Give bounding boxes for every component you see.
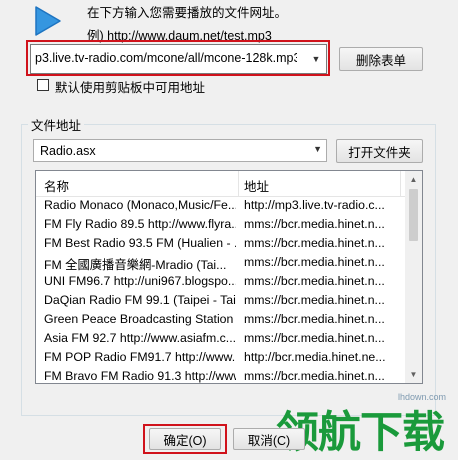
list-item[interactable]: Radio Monaco (Monaco,Music/Fe... http://… <box>36 196 406 215</box>
list-item[interactable]: FM Bravo FM Radio 91.3 http://www... mms… <box>36 367 406 383</box>
station-name: FM Bravo FM Radio 91.3 http://www... <box>44 369 236 383</box>
station-address: mms://bcr.media.hinet.n... <box>244 255 385 269</box>
playlist-file-value: Radio.asx <box>40 144 96 158</box>
station-list[interactable]: 名称 地址 Radio Monaco (Monaco,Music/Fe... h… <box>35 170 423 384</box>
file-address-group-title: 文件地址 <box>28 115 85 134</box>
list-item[interactable]: Asia FM 92.7 http://www.asiafm.c... mms:… <box>36 329 406 348</box>
station-address: http://mp3.live.tv-radio.c... <box>244 198 385 212</box>
list-item[interactable]: FM Fly Radio 89.5 http://www.flyra... mm… <box>36 215 406 234</box>
cancel-button[interactable]: 取消(C) <box>233 428 305 450</box>
play-icon <box>35 6 61 36</box>
station-address: mms://bcr.media.hinet.n... <box>244 217 385 231</box>
column-divider[interactable] <box>238 171 239 196</box>
playlist-file-select[interactable]: Radio.asx ▼ <box>33 139 327 162</box>
url-highlight-box <box>26 40 330 76</box>
clear-form-button[interactable]: 删除表单 <box>339 47 423 71</box>
column-address-header[interactable]: 地址 <box>244 176 269 195</box>
column-divider[interactable] <box>400 171 401 196</box>
scrollbar-thumb[interactable] <box>409 189 418 241</box>
station-name: DaQian Radio FM 99.1 (Taipei - Tai... <box>44 293 236 307</box>
url-instruction: 在下方输入您需要播放的文件网址。 <box>87 6 288 20</box>
station-address: http://bcr.media.hinet.ne... <box>244 350 386 364</box>
ok-highlight-box <box>143 424 227 454</box>
list-item[interactable]: FM Best Radio 93.5 FM (Hualien - ... mms… <box>36 234 406 253</box>
station-address: mms://bcr.media.hinet.n... <box>244 236 385 250</box>
list-item[interactable]: FM 全國廣播音樂網-Mradio (Tai... mms://bcr.medi… <box>36 253 406 272</box>
open-folder-button[interactable]: 打开文件夹 <box>336 139 423 163</box>
station-name: FM 全國廣播音樂網-Mradio (Tai... <box>44 258 227 272</box>
list-item[interactable]: UNI FM96.7 http://uni967.blogspo... mms:… <box>36 272 406 291</box>
station-address: mms://bcr.media.hinet.n... <box>244 369 385 383</box>
list-item[interactable]: DaQian Radio FM 99.1 (Taipei - Tai... mm… <box>36 291 406 310</box>
list-header: 名称 地址 <box>36 171 406 197</box>
station-address: mms://bcr.media.hinet.n... <box>244 312 385 326</box>
station-name: Asia FM 92.7 http://www.asiafm.c... <box>44 331 236 345</box>
station-name: FM Best Radio 93.5 FM (Hualien - ... <box>44 236 236 250</box>
station-address: mms://bcr.media.hinet.n... <box>244 293 385 307</box>
scroll-down-arrow-icon[interactable]: ▼ <box>405 366 422 383</box>
list-scrollbar[interactable]: ▲ ▼ <box>405 171 422 383</box>
scroll-up-arrow-icon[interactable]: ▲ <box>405 171 422 188</box>
station-name: FM Fly Radio 89.5 http://www.flyra... <box>44 217 236 231</box>
clipboard-checkbox-label: 默认使用剪贴板中可用地址 <box>55 81 206 95</box>
station-name: Green Peace Broadcasting Station ... <box>44 312 236 326</box>
station-name: Radio Monaco (Monaco,Music/Fe... <box>44 198 236 212</box>
list-item[interactable]: Green Peace Broadcasting Station ... mms… <box>36 310 406 329</box>
station-name: UNI FM96.7 http://uni967.blogspo... <box>44 274 236 288</box>
chevron-down-icon[interactable]: ▼ <box>313 144 322 154</box>
column-name-header[interactable]: 名称 <box>44 176 69 195</box>
station-address: mms://bcr.media.hinet.n... <box>244 274 385 288</box>
station-address: mms://bcr.media.hinet.n... <box>244 331 385 345</box>
station-name: FM POP Radio FM91.7 http://www.... <box>44 350 236 364</box>
list-rows: Radio Monaco (Monaco,Music/Fe... http://… <box>36 196 406 383</box>
list-item[interactable]: FM POP Radio FM91.7 http://www.... http:… <box>36 348 406 367</box>
clipboard-checkbox[interactable] <box>37 79 49 91</box>
